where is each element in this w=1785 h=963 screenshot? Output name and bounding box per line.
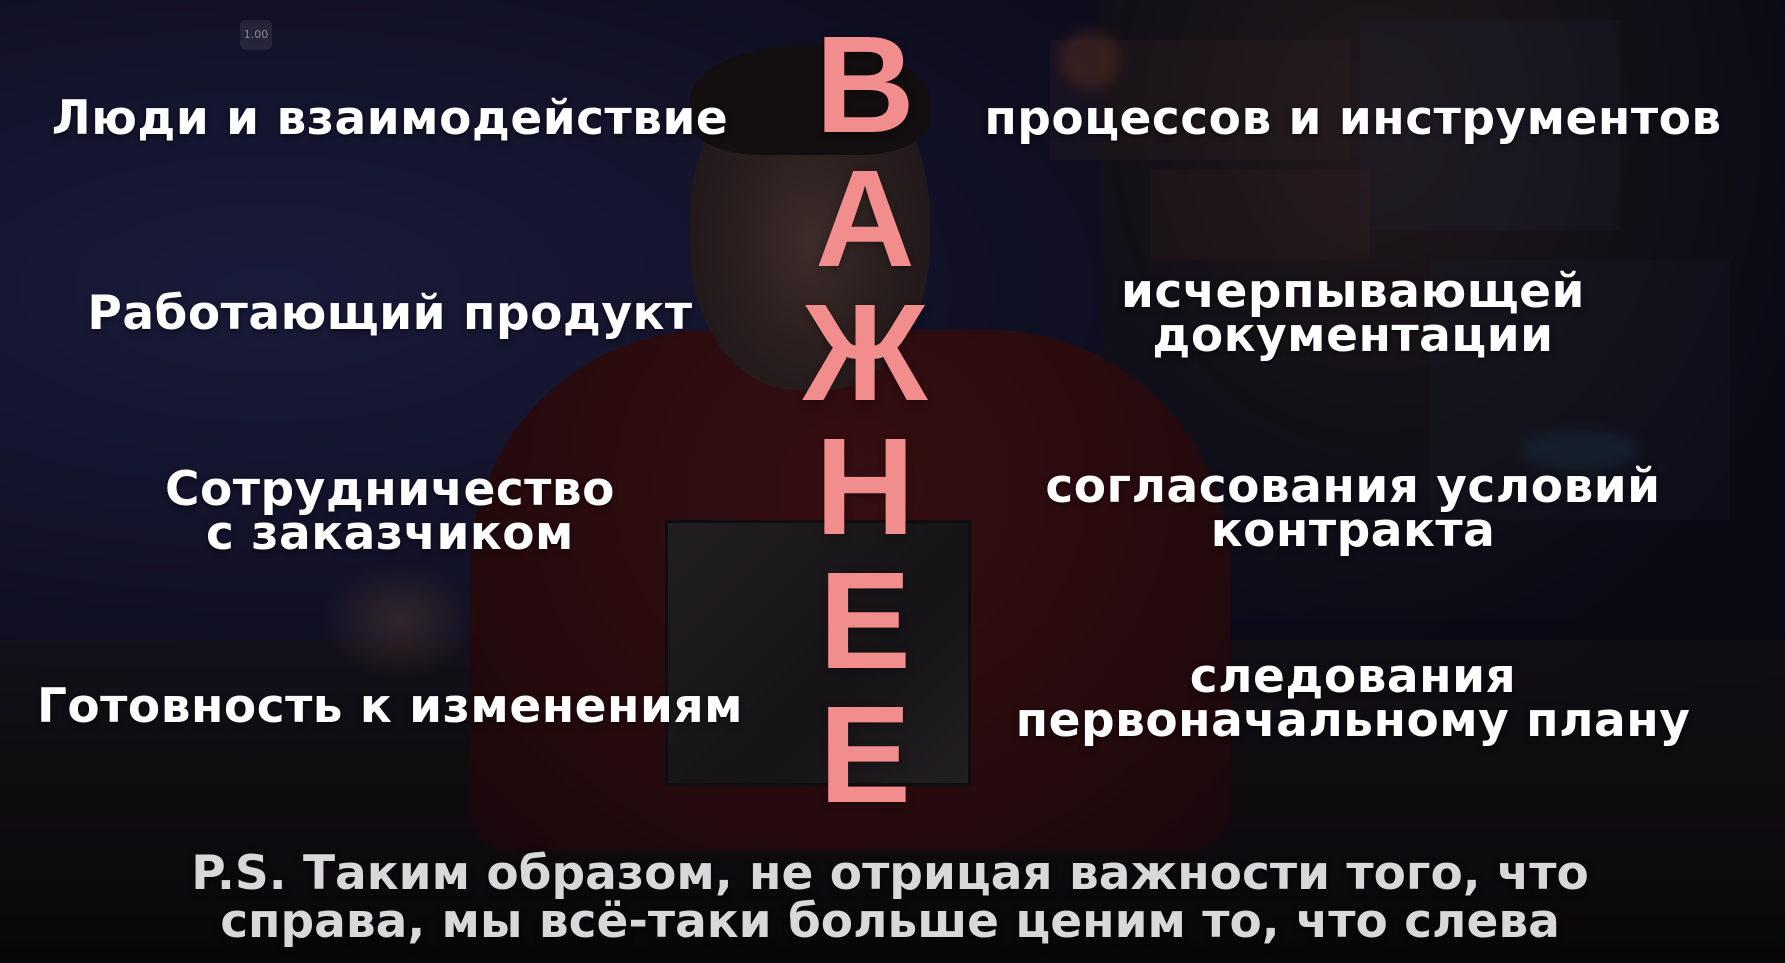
value-line: первоначальному плану bbox=[1015, 693, 1691, 748]
left-value-3: Сотрудничество с заказчиком bbox=[20, 466, 760, 557]
value-line: Готовность к изменениям bbox=[36, 679, 744, 734]
left-value-4: Готовность к изменениям bbox=[20, 683, 760, 730]
right-value-3: согласования условий контракта bbox=[963, 463, 1743, 554]
center-word-letter: Н bbox=[815, 410, 915, 564]
value-line: Люди и взаимодействие bbox=[51, 91, 729, 146]
value-line: с заказчиком bbox=[206, 506, 574, 561]
left-value-2: Работающий продукт bbox=[20, 290, 760, 337]
center-word-letter: А bbox=[815, 142, 915, 296]
center-word-letter: Е bbox=[818, 544, 912, 698]
right-value-1: процессов и инструментов bbox=[963, 95, 1743, 142]
value-line: контракта bbox=[1210, 503, 1496, 558]
value-line: процессов и инструментов bbox=[984, 91, 1722, 146]
center-vertical-word: В А Ж Н Е Е bbox=[790, 8, 940, 832]
value-line: Работающий продукт bbox=[87, 286, 693, 341]
left-value-1: Люди и взаимодействие bbox=[20, 95, 760, 142]
right-value-2: исчерпывающей документации bbox=[963, 268, 1743, 359]
playback-speed-badge[interactable]: 1.00 bbox=[240, 20, 272, 50]
center-word-letter: Е bbox=[818, 678, 912, 832]
postscript-caption: P.S. Таким образом, не отрицая важности … bbox=[90, 850, 1690, 946]
video-frame[interactable]: 1.00 Люди и взаимодействие Работающий пр… bbox=[0, 0, 1785, 963]
postscript-line: P.S. Таким образом, не отрицая важности … bbox=[191, 846, 1589, 901]
center-word-letter: В bbox=[815, 8, 915, 162]
value-line: документации bbox=[1152, 308, 1554, 363]
center-word-letter: Ж bbox=[802, 276, 928, 430]
right-value-4: следования первоначальному плану bbox=[963, 653, 1743, 744]
postscript-line: справа, мы всё-таки больше ценим то, что… bbox=[220, 894, 1560, 949]
